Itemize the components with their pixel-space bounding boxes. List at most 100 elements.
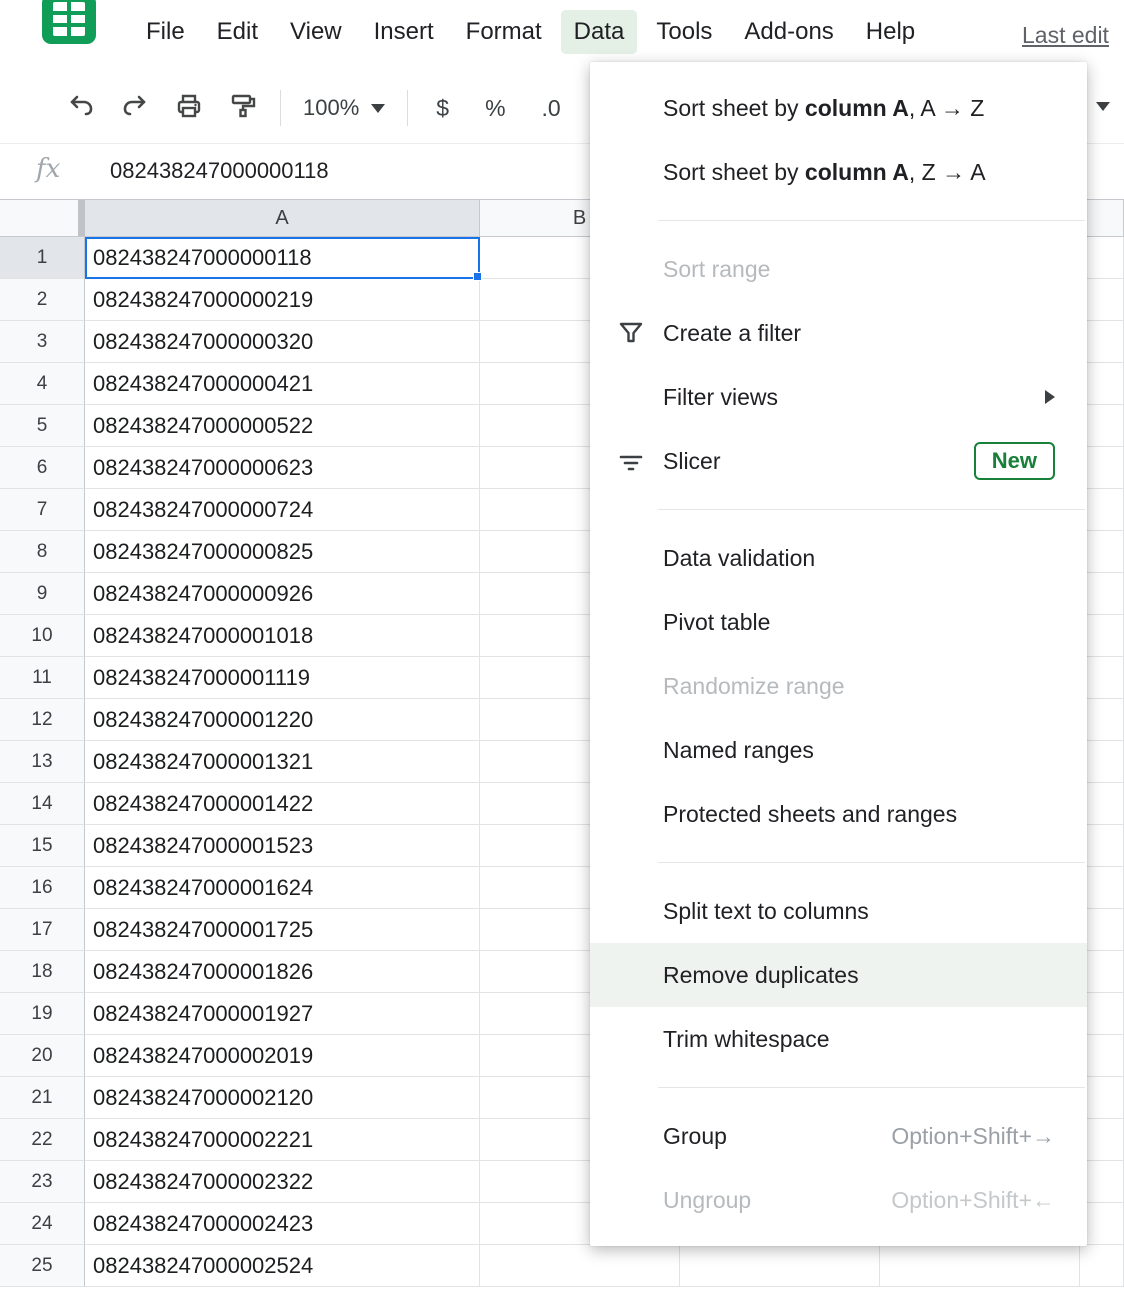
row-header-21[interactable]: 21 [0, 1077, 85, 1119]
menubar-item-edit[interactable]: Edit [204, 10, 271, 54]
toolbar-separator [407, 90, 408, 126]
menu-item-group[interactable]: GroupOption+Shift+→ [590, 1104, 1087, 1168]
row-header-15[interactable]: 15 [0, 825, 85, 867]
toolbar-overflow-caret-icon[interactable] [1096, 102, 1110, 111]
row-header-24[interactable]: 24 [0, 1203, 85, 1245]
format-currency-button[interactable]: $ [422, 89, 463, 128]
menu-item-label: Split text to columns [663, 898, 869, 925]
cell-col325[interactable] [680, 1245, 880, 1287]
menu-item-sort-range: Sort range [590, 237, 1087, 301]
cell-A13[interactable]: 082438247000001321 [85, 741, 480, 783]
cell-A2[interactable]: 082438247000000219 [85, 279, 480, 321]
menubar-item-data[interactable]: Data [561, 10, 638, 54]
slicer-icon [616, 446, 646, 476]
cell-A9[interactable]: 082438247000000926 [85, 573, 480, 615]
menu-item-split-text-to-columns[interactable]: Split text to columns [590, 879, 1087, 943]
zoom-control[interactable]: 100% [295, 89, 393, 127]
cell-A23[interactable]: 082438247000002322 [85, 1161, 480, 1203]
menu-item-label: Randomize range [663, 673, 845, 700]
cell-A6[interactable]: 082438247000000623 [85, 447, 480, 489]
row-header-16[interactable]: 16 [0, 867, 85, 909]
select-all-corner[interactable] [0, 200, 85, 237]
menu-item-create-a-filter[interactable]: Create a filter [590, 301, 1087, 365]
cell-col425[interactable] [880, 1245, 1080, 1287]
row-header-4[interactable]: 4 [0, 363, 85, 405]
formula-input[interactable]: 082438247000000118 [110, 158, 329, 184]
cell-A17[interactable]: 082438247000001725 [85, 909, 480, 951]
format-percent-button[interactable]: % [471, 89, 519, 128]
menubar-item-help[interactable]: Help [853, 10, 928, 54]
cell-A4[interactable]: 082438247000000421 [85, 363, 480, 405]
cell-col525[interactable] [1080, 1245, 1124, 1287]
row-header-13[interactable]: 13 [0, 741, 85, 783]
paint-format-icon [228, 91, 258, 126]
cell-A12[interactable]: 082438247000001220 [85, 699, 480, 741]
menu-item-named-ranges[interactable]: Named ranges [590, 718, 1087, 782]
menubar-item-file[interactable]: File [133, 10, 198, 54]
row-header-2[interactable]: 2 [0, 279, 85, 321]
menu-item-label: Filter views [663, 384, 778, 411]
row-header-20[interactable]: 20 [0, 1035, 85, 1077]
row-header-9[interactable]: 9 [0, 573, 85, 615]
row-header-12[interactable]: 12 [0, 699, 85, 741]
sheets-logo[interactable] [42, 0, 96, 44]
menubar-item-add-ons[interactable]: Add-ons [731, 10, 846, 54]
row-header-19[interactable]: 19 [0, 993, 85, 1035]
menu-item-label: Protected sheets and ranges [663, 801, 957, 828]
row-header-8[interactable]: 8 [0, 531, 85, 573]
menu-item-protected-sheets-and-ranges[interactable]: Protected sheets and ranges [590, 782, 1087, 846]
row-header-10[interactable]: 10 [0, 615, 85, 657]
cell-B25[interactable] [480, 1245, 680, 1287]
row-header-6[interactable]: 6 [0, 447, 85, 489]
cell-A21[interactable]: 082438247000002120 [85, 1077, 480, 1119]
cell-A8[interactable]: 082438247000000825 [85, 531, 480, 573]
menu-item-sort-sheet-az[interactable]: Sort sheet by column A, A → Z [590, 76, 1087, 140]
row-header-7[interactable]: 7 [0, 489, 85, 531]
cell-A5[interactable]: 082438247000000522 [85, 405, 480, 447]
cell-A15[interactable]: 082438247000001523 [85, 825, 480, 867]
last-edit-link[interactable]: Last edit [1022, 22, 1109, 49]
cell-A24[interactable]: 082438247000002423 [85, 1203, 480, 1245]
menubar-item-insert[interactable]: Insert [361, 10, 447, 54]
cell-A14[interactable]: 082438247000001422 [85, 783, 480, 825]
cell-A7[interactable]: 082438247000000724 [85, 489, 480, 531]
cell-A16[interactable]: 082438247000001624 [85, 867, 480, 909]
row-header-5[interactable]: 5 [0, 405, 85, 447]
sheets-logo-grid-icon [42, 0, 96, 44]
menu-item-trim-whitespace[interactable]: Trim whitespace [590, 1007, 1087, 1071]
menu-item-filter-views[interactable]: Filter views [590, 365, 1087, 429]
cell-A19[interactable]: 082438247000001927 [85, 993, 480, 1035]
undo-button[interactable] [60, 86, 102, 130]
menu-item-data-validation[interactable]: Data validation [590, 526, 1087, 590]
decrease-decimal-button[interactable]: .0 [528, 89, 575, 128]
row-header-23[interactable]: 23 [0, 1161, 85, 1203]
fill-handle[interactable] [473, 272, 482, 281]
cell-A25[interactable]: 082438247000002524 [85, 1245, 480, 1287]
redo-button[interactable] [114, 86, 156, 130]
row-header-1[interactable]: 1 [0, 237, 85, 279]
print-button[interactable] [168, 86, 210, 130]
menu-item-pivot-table[interactable]: Pivot table [590, 590, 1087, 654]
menu-item-sort-sheet-za[interactable]: Sort sheet by column A, Z → A [590, 140, 1087, 204]
cell-A18[interactable]: 082438247000001826 [85, 951, 480, 993]
row-header-22[interactable]: 22 [0, 1119, 85, 1161]
row-header-3[interactable]: 3 [0, 321, 85, 363]
menu-item-remove-duplicates[interactable]: Remove duplicates [590, 943, 1087, 1007]
row-header-11[interactable]: 11 [0, 657, 85, 699]
menu-item-slicer[interactable]: SlicerNew [590, 429, 1087, 493]
row-header-18[interactable]: 18 [0, 951, 85, 993]
cell-A11[interactable]: 082438247000001119 [85, 657, 480, 699]
cell-A10[interactable]: 082438247000001018 [85, 615, 480, 657]
menubar-item-tools[interactable]: Tools [643, 10, 725, 54]
column-header-A[interactable]: A [85, 200, 480, 237]
paint-format-button[interactable] [222, 86, 264, 130]
menubar-item-format[interactable]: Format [453, 10, 555, 54]
row-header-25[interactable]: 25 [0, 1245, 85, 1287]
cell-A22[interactable]: 082438247000002221 [85, 1119, 480, 1161]
row-header-17[interactable]: 17 [0, 909, 85, 951]
row-header-14[interactable]: 14 [0, 783, 85, 825]
cell-A20[interactable]: 082438247000002019 [85, 1035, 480, 1077]
cell-A1[interactable]: 082438247000000118 [85, 237, 480, 279]
menubar-item-view[interactable]: View [277, 10, 355, 54]
cell-A3[interactable]: 082438247000000320 [85, 321, 480, 363]
